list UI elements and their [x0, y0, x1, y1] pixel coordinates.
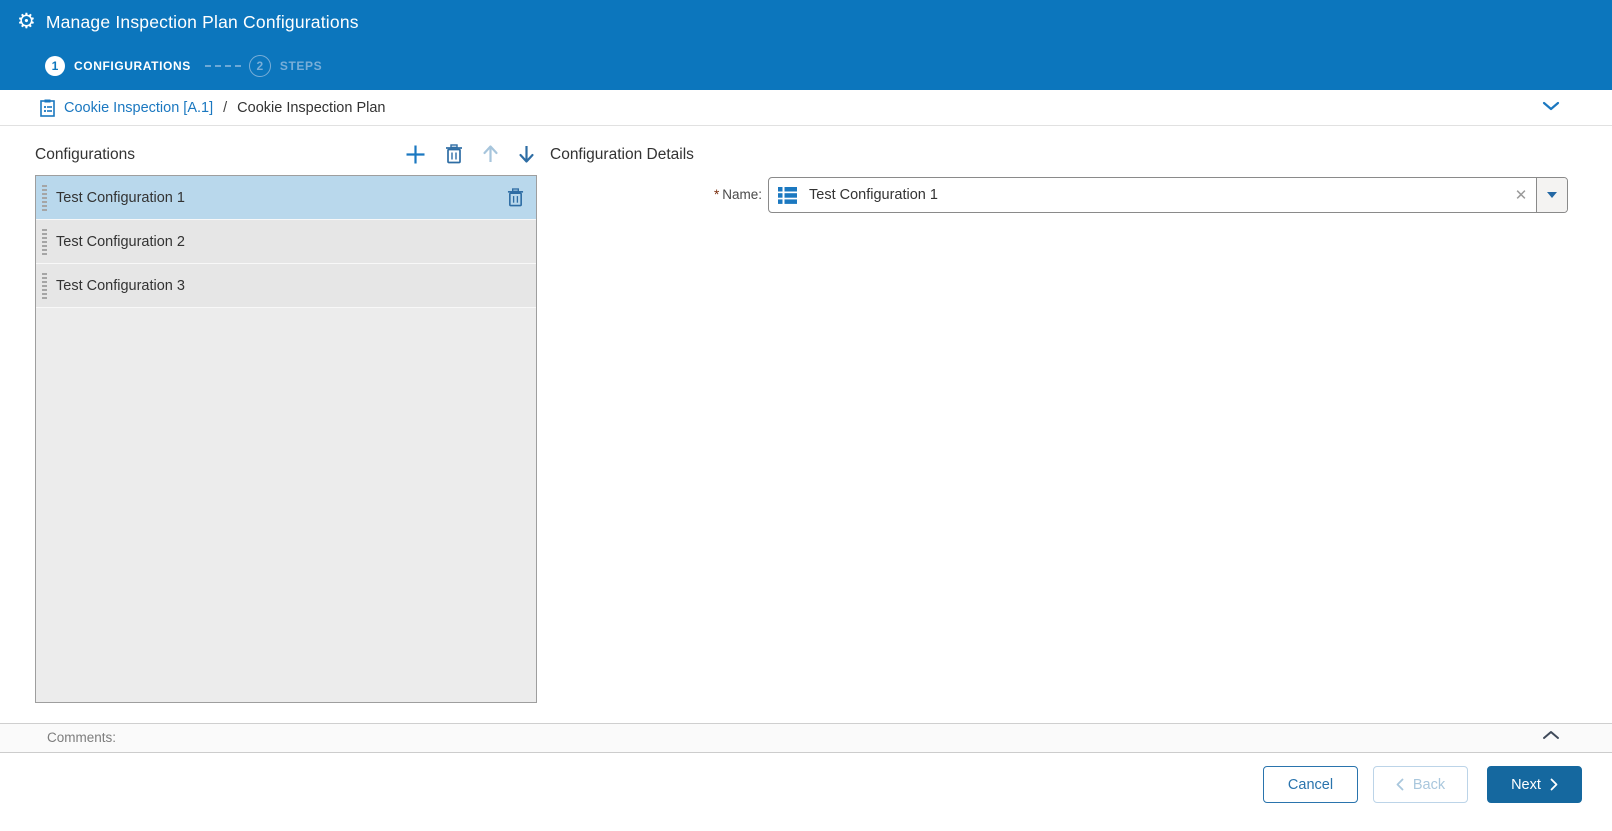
dialog-header: ⚙ Manage Inspection Plan Configurations …	[0, 0, 1612, 90]
drag-handle-icon[interactable]	[42, 228, 47, 255]
add-configuration-button[interactable]	[403, 142, 428, 167]
breadcrumb-current: Cookie Inspection Plan	[237, 99, 386, 116]
next-label: Next	[1511, 776, 1541, 793]
configurations-list: Test Configuration 1 Test Configuration …	[35, 175, 537, 703]
manage-inspection-plan-dialog: ⚙ Manage Inspection Plan Configurations …	[0, 0, 1612, 831]
step-label: STEPS	[279, 59, 323, 73]
name-input[interactable]	[801, 187, 1506, 203]
comments-collapse-button[interactable]	[1542, 729, 1560, 740]
name-field-label: * Name:	[560, 187, 762, 202]
trash-icon	[507, 188, 524, 207]
drag-handle-icon[interactable]	[42, 184, 47, 211]
wizard-steps: 1 CONFIGURATIONS 2 STEPS	[45, 55, 322, 77]
configuration-row-label: Test Configuration 2	[56, 233, 185, 250]
breadcrumb-parent-link[interactable]: Cookie Inspection [A.1]	[64, 100, 213, 116]
configuration-row-label: Test Configuration 1	[56, 189, 185, 206]
configuration-row-label: Test Configuration 3	[56, 277, 185, 294]
move-up-button[interactable]	[480, 142, 501, 166]
chevron-up-icon	[1542, 729, 1560, 740]
cancel-button[interactable]: Cancel	[1263, 766, 1358, 803]
step-number-badge: 2	[248, 55, 271, 77]
dialog-footer: Cancel Back Next	[0, 752, 1612, 831]
manage-gear-icon: ⚙	[17, 10, 36, 33]
configuration-row-3[interactable]: Test Configuration 3	[36, 264, 536, 308]
comments-section: Comments:	[0, 723, 1612, 752]
trash-icon	[445, 144, 463, 164]
breadcrumb: Cookie Inspection [A.1] / Cookie Inspect…	[0, 90, 1612, 126]
plus-icon	[405, 144, 426, 165]
step-number-badge: 1	[45, 56, 65, 76]
next-button[interactable]: Next	[1487, 766, 1582, 803]
wizard-step-steps[interactable]: 2 STEPS	[248, 55, 323, 77]
required-marker: *	[713, 187, 720, 202]
chevron-left-icon	[1396, 778, 1404, 791]
list-icon	[778, 186, 797, 204]
wizard-step-configurations[interactable]: 1 CONFIGURATIONS	[45, 56, 191, 76]
step-connector-line	[204, 65, 241, 67]
breadcrumb-separator: /	[223, 99, 228, 116]
back-button[interactable]: Back	[1373, 766, 1468, 803]
configurations-toolbar	[403, 139, 537, 169]
caret-down-icon	[1547, 192, 1557, 198]
chevron-down-icon[interactable]	[1542, 101, 1560, 112]
dialog-title: Manage Inspection Plan Configurations	[45, 11, 359, 32]
name-dropdown-button[interactable]	[1537, 178, 1567, 212]
cancel-label: Cancel	[1287, 776, 1334, 793]
back-label: Back	[1412, 776, 1446, 793]
step-label: CONFIGURATIONS	[74, 59, 191, 73]
clear-icon[interactable]: ✕	[1506, 186, 1536, 204]
arrow-down-icon	[518, 144, 535, 164]
row-delete-button[interactable]	[507, 188, 524, 207]
configuration-row-1[interactable]: Test Configuration 1	[36, 176, 536, 220]
inspection-plan-icon	[40, 99, 56, 117]
drag-handle-icon[interactable]	[42, 272, 47, 299]
comments-label: Comments:	[47, 730, 117, 745]
configuration-row-2[interactable]: Test Configuration 2	[36, 220, 536, 264]
delete-configuration-button[interactable]	[443, 142, 465, 166]
move-down-button[interactable]	[516, 142, 537, 166]
configurations-title: Configurations	[35, 146, 135, 163]
name-combobox: ✕	[768, 177, 1568, 213]
configurations-header: Configurations	[35, 139, 537, 169]
name-label-text: Name:	[722, 187, 762, 202]
arrow-up-icon	[482, 144, 499, 164]
chevron-right-icon	[1550, 778, 1558, 791]
configuration-details-title: Configuration Details	[550, 146, 694, 163]
